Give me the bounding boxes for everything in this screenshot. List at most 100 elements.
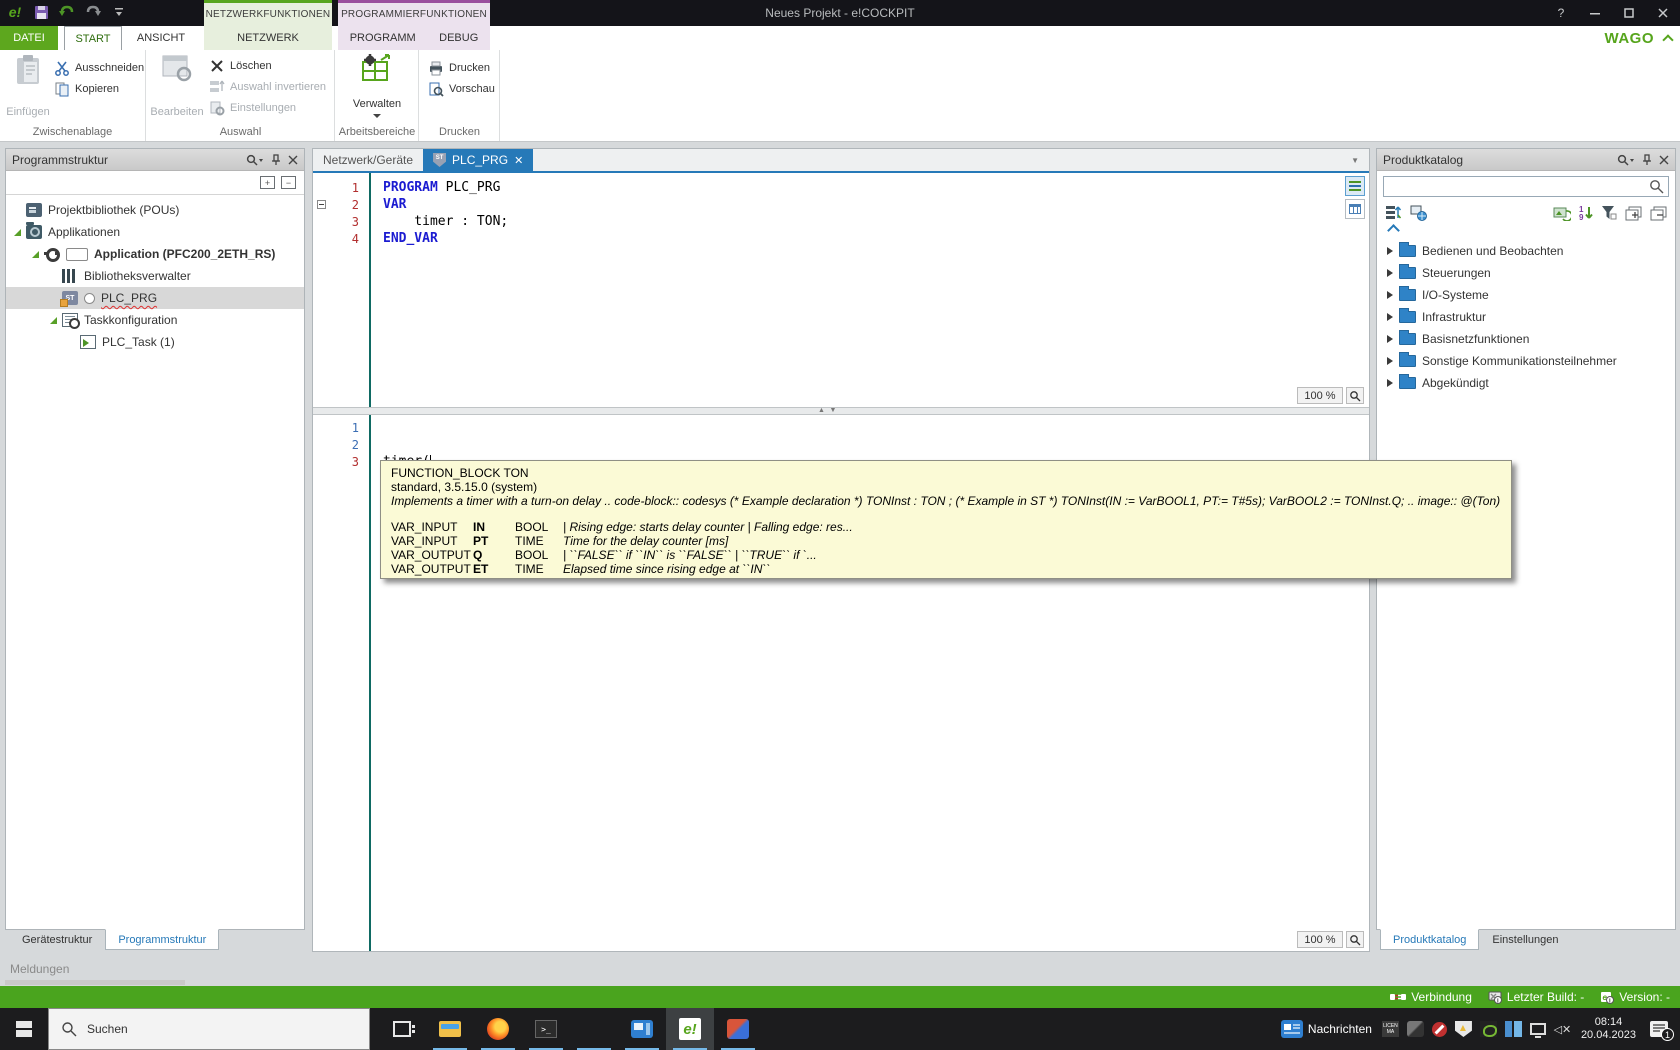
license-tray-icon[interactable]: LICEN MA <box>1382 1021 1399 1037</box>
code-line[interactable]: 2 <box>313 436 1369 453</box>
tree-item[interactable]: Taskkonfiguration <box>6 309 304 331</box>
code-line[interactable]: 1PROGRAM PLC_PRG <box>313 179 1369 196</box>
expand-all-icon[interactable] <box>1625 206 1642 221</box>
onedrive-tray-icon[interactable] <box>1407 1021 1424 1037</box>
fold-marker-icon[interactable] <box>317 200 326 209</box>
taskbar-app-explorer[interactable] <box>426 1008 474 1050</box>
tab-netzwerk-geraete[interactable]: Netzwerk/Geräte <box>313 149 423 171</box>
notification-center-button[interactable]: 1 <box>1646 1018 1672 1040</box>
tab-programm[interactable]: PROGRAMM <box>350 32 416 44</box>
network-view-icon[interactable] <box>1410 205 1428 221</box>
expand-arrow-icon[interactable] <box>50 317 57 324</box>
collapsed-arrow-icon[interactable] <box>1387 379 1393 387</box>
tab-overflow-icon[interactable]: ▼ <box>1351 156 1359 165</box>
editor-splitter[interactable]: ▲ ▼ <box>313 407 1369 415</box>
code-line[interactable]: 2VAR <box>313 196 1369 213</box>
print-button[interactable]: Drucken <box>428 58 490 77</box>
delete-button[interactable]: Löschen <box>209 56 272 75</box>
blocked-tray-icon[interactable] <box>1432 1022 1447 1037</box>
tab-plc-prg[interactable]: ST PLC_PRG ✕ <box>423 149 533 171</box>
messages-collapsed-bar[interactable] <box>5 980 185 985</box>
last-build-status[interactable]: i Letzter Build: - <box>1488 990 1584 1004</box>
collapsed-arrow-icon[interactable] <box>1387 247 1393 255</box>
tree-item[interactable]: Bibliotheksverwalter <box>6 265 304 287</box>
taskbar-clock[interactable]: 08:14 20.04.2023 <box>1581 1016 1636 1042</box>
collapsed-arrow-icon[interactable] <box>1387 357 1393 365</box>
textual-view-button[interactable] <box>1345 176 1365 196</box>
undo-icon[interactable] <box>58 3 76 21</box>
declaration-zoom-level[interactable]: 100 % <box>1297 387 1343 404</box>
declaration-zoom-button[interactable] <box>1346 387 1364 404</box>
tab-produktkatalog[interactable]: Produktkatalog <box>1380 929 1479 950</box>
manage-workspaces-button[interactable]: Verwalten <box>353 54 401 118</box>
redo-icon[interactable] <box>84 3 102 21</box>
invert-selection-button[interactable]: Auswahl invertieren <box>209 77 326 96</box>
tree-item[interactable]: PLC_Task (1) <box>6 331 304 353</box>
expand-arrow-icon[interactable] <box>14 229 21 236</box>
catalog-tree-item[interactable]: Basisnetzfunktionen <box>1377 328 1675 350</box>
tree-item[interactable]: Applikationen <box>6 221 304 243</box>
save-icon[interactable] <box>32 3 50 21</box>
messages-label[interactable]: Meldungen <box>10 962 69 976</box>
taskbar-app-mail[interactable] <box>618 1008 666 1050</box>
collapsed-arrow-icon[interactable] <box>1387 335 1393 343</box>
collapsed-arrow-icon[interactable] <box>1387 269 1393 277</box>
tab-einstellungen[interactable]: Einstellungen <box>1479 930 1571 951</box>
catalog-tree-item[interactable]: I/O-Systeme <box>1377 284 1675 306</box>
taskbar-app-ecockpit[interactable]: e! <box>666 1008 714 1050</box>
copy-button[interactable]: Kopieren <box>54 79 119 98</box>
tab-debug[interactable]: DEBUG <box>439 32 478 44</box>
tree-item[interactable]: Projektbibliothek (POUs) <box>6 199 304 221</box>
settings-button[interactable]: Einstellungen <box>209 98 296 117</box>
implementation-zoom-button[interactable] <box>1346 931 1364 948</box>
nvidia-tray-icon[interactable] <box>1480 1021 1497 1037</box>
catalog-tree-item[interactable]: Infrastruktur <box>1377 306 1675 328</box>
tab-close-icon[interactable]: ✕ <box>514 154 523 167</box>
minimize-button[interactable] <box>1578 0 1612 26</box>
panel-search-icon[interactable] <box>246 154 264 166</box>
code-line[interactable]: 1 <box>313 419 1369 436</box>
taskbar-app-remote[interactable] <box>714 1008 762 1050</box>
collapse-ribbon-icon[interactable] <box>1662 34 1673 45</box>
refresh-images-icon[interactable] <box>1553 205 1571 221</box>
code-line[interactable]: 4END_VAR <box>313 230 1369 247</box>
sort-icon[interactable]: 19 <box>1579 205 1593 221</box>
taskbar-app-settings[interactable] <box>570 1008 618 1050</box>
panel-search-icon[interactable] <box>1617 154 1635 166</box>
taskbar-app-firefox[interactable] <box>474 1008 522 1050</box>
volume-muted-tray-icon[interactable]: ◁✕ <box>1554 1021 1571 1037</box>
catalog-tree-item[interactable]: Sonstige Kommunikationsteilnehmer <box>1377 350 1675 372</box>
catalog-tree-item[interactable]: Abgekündigt <box>1377 372 1675 394</box>
collapsed-arrow-icon[interactable] <box>1387 291 1393 299</box>
help-button[interactable]: ? <box>1544 0 1578 26</box>
devices-tray-icon[interactable] <box>1505 1021 1522 1037</box>
display-tray-icon[interactable] <box>1530 1023 1546 1035</box>
expand-arrow-icon[interactable] <box>32 251 39 258</box>
tab-programmstruktur[interactable]: Programmstruktur <box>105 929 219 950</box>
implementation-zoom-level[interactable]: 100 % <box>1297 931 1343 948</box>
version-status[interactable]: ei Version: - <box>1600 990 1670 1004</box>
defender-tray-icon[interactable] <box>1455 1021 1472 1037</box>
collapse-all-icon[interactable] <box>1650 206 1667 221</box>
news-widget[interactable]: Nachrichten <box>1281 1020 1372 1038</box>
device-list-view-icon[interactable] <box>1385 205 1402 221</box>
collapsed-arrow-icon[interactable] <box>1387 313 1393 321</box>
tabular-view-button[interactable] <box>1345 199 1365 219</box>
paste-button[interactable]: Einfügen <box>4 54 52 118</box>
customize-quick-access-icon[interactable] <box>110 3 128 21</box>
catalog-tree-item[interactable]: Bedienen und Beobachten <box>1377 240 1675 262</box>
tab-start[interactable]: START <box>64 26 122 50</box>
application-checkbox[interactable] <box>66 248 88 261</box>
code-line[interactable]: 3 timer : TON; <box>313 213 1369 230</box>
taskbar-search[interactable]: Suchen <box>48 1008 370 1050</box>
start-button[interactable] <box>0 1008 48 1050</box>
tab-datei[interactable]: DATEI <box>0 26 58 50</box>
taskbar-app-terminal[interactable]: >_ <box>522 1008 570 1050</box>
pin-icon[interactable] <box>1642 154 1652 166</box>
edit-button[interactable]: Bearbeiten <box>153 54 201 118</box>
cut-button[interactable]: Ausschneiden <box>54 58 144 77</box>
tab-netzwerk[interactable]: NETZWERK <box>237 32 299 44</box>
tab-ger-testruktur[interactable]: Gerätestruktur <box>9 930 105 951</box>
panel-close-icon[interactable] <box>288 155 298 165</box>
filter-icon[interactable] <box>1601 205 1617 221</box>
